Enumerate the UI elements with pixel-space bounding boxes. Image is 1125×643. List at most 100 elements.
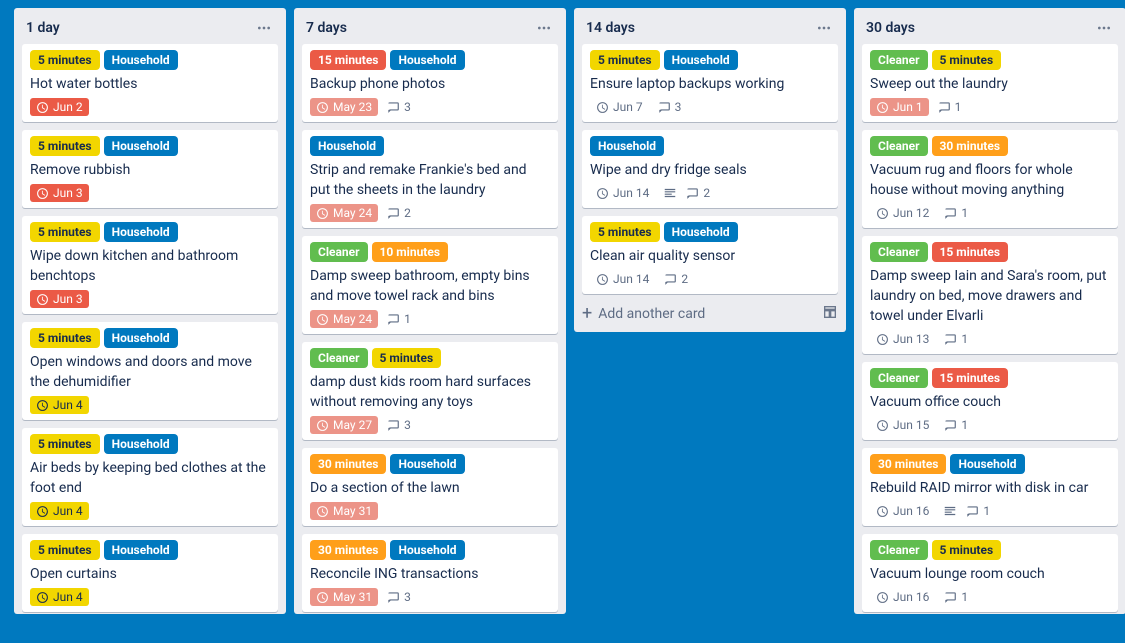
list-title[interactable]: 1 day (26, 20, 252, 36)
card-badges: Jun 16 1 (870, 588, 1110, 606)
card[interactable]: 5 minutesHouseholdOpen windows and doors… (22, 322, 278, 420)
list-title[interactable]: 7 days (306, 20, 532, 36)
due-date-badge[interactable]: Jun 3 (30, 184, 89, 202)
label-household: Household (104, 222, 178, 242)
card-badges: Jun 3 (30, 290, 270, 308)
card-title: Open windows and doors and move the dehu… (30, 352, 270, 392)
comments-badge: 1 (943, 206, 968, 220)
card[interactable]: 5 minutesHouseholdAir beds by keeping be… (22, 428, 278, 526)
due-date-badge[interactable]: Jun 15 (870, 416, 935, 434)
card-labels: 5 minutesHousehold (590, 50, 830, 70)
card-badges: Jun 15 1 (870, 416, 1110, 434)
label-5min: 5 minutes (30, 540, 100, 560)
card[interactable]: HouseholdStrip and remake Frankie's bed … (302, 130, 558, 228)
card-labels: 15 minutesHousehold (310, 50, 550, 70)
card[interactable]: HouseholdWipe and dry fridge sealsJun 14… (582, 130, 838, 208)
card-title: damp dust kids room hard surfaces withou… (310, 372, 550, 412)
card[interactable]: 5 minutesHouseholdRemove rubbishJun 3 (22, 130, 278, 208)
card[interactable]: 30 minutesHouseholdDo a section of the l… (302, 448, 558, 526)
card-title: Rebuild RAID mirror with disk in car (870, 478, 1110, 498)
due-date-badge[interactable]: Jun 4 (30, 396, 89, 414)
card[interactable]: Cleaner15 minutesDamp sweep Iain and Sar… (862, 236, 1118, 354)
card-badges: Jun 11 (870, 98, 1110, 116)
card-badges: May 23 3 (310, 98, 550, 116)
list-title[interactable]: 14 days (586, 20, 812, 36)
card[interactable]: Cleaner5 minutesSweep out the laundryJun… (862, 44, 1118, 122)
list-menu-button[interactable] (812, 16, 836, 40)
card-title: Ensure laptop backups working (590, 74, 830, 94)
due-date-badge[interactable]: May 31 (310, 502, 378, 520)
due-date-badge[interactable]: Jun 16 (870, 588, 935, 606)
card-template-icon[interactable] (822, 304, 838, 324)
card[interactable]: Cleaner30 minutesVacuum rug and floors f… (862, 130, 1118, 228)
comments-badge: 3 (386, 418, 411, 432)
card[interactable]: 5 minutesHousehold Ensure laptop backups … (582, 44, 838, 122)
add-card-button[interactable]: +Add another card (574, 296, 846, 332)
due-date-badge[interactable]: May 31 (310, 588, 378, 606)
label-5min: 5 minutes (932, 540, 1002, 560)
card-title: Hot water bottles (30, 74, 270, 94)
comments-badge: 1 (943, 418, 968, 432)
label-household: Household (664, 50, 738, 70)
card[interactable]: 15 minutesHouseholdBackup phone photosMa… (302, 44, 558, 122)
due-date-badge[interactable]: Jun 13 (870, 330, 935, 348)
due-date-badge[interactable]: Jun 16 (870, 502, 935, 520)
comments-badge: 3 (386, 100, 411, 114)
card-badges: Jun 4 (30, 588, 270, 606)
due-date-badge[interactable]: May 23 (310, 98, 378, 116)
card-labels: Cleaner15 minutes (870, 242, 1110, 262)
list-header: 14 days (574, 8, 846, 44)
list-cards: 15 minutesHouseholdBackup phone photosMa… (294, 44, 566, 614)
due-date-badge[interactable]: Jun 14 (590, 270, 655, 288)
list-menu-button[interactable] (252, 16, 276, 40)
card[interactable]: Cleaner10 minutesDamp sweep bathroom, em… (302, 236, 558, 334)
description-icon (663, 186, 677, 200)
card[interactable]: 5 minutesHouseholdWipe down kitchen and … (22, 216, 278, 314)
due-date-badge[interactable]: Jun 3 (30, 290, 89, 308)
due-date-badge[interactable]: Jun 14 (590, 184, 655, 202)
card-badges: May 27 3 (310, 416, 550, 434)
list-header: 7 days (294, 8, 566, 44)
list: 14 days 5 minutesHousehold Ensure laptop b… (574, 8, 846, 332)
label-household: Household (664, 222, 738, 242)
label-5min: 5 minutes (30, 222, 100, 242)
card-labels: Cleaner30 minutes (870, 136, 1110, 156)
label-household: Household (390, 454, 464, 474)
label-5min: 5 minutes (30, 434, 100, 454)
label-cleaner: Cleaner (870, 368, 928, 388)
card-labels: Cleaner5 minutes (870, 540, 1110, 560)
due-date-badge[interactable]: Jun 2 (30, 98, 89, 116)
card-badges: Jun 142 (590, 270, 830, 288)
card[interactable]: 5 minutesHouseholdClean air quality sens… (582, 216, 838, 294)
due-date-badge[interactable]: Jun 4 (30, 588, 89, 606)
comments-badge: 1 (943, 590, 968, 604)
card-labels: 30 minutesHousehold (870, 454, 1110, 474)
due-date-badge[interactable]: May 24 (310, 204, 378, 222)
due-date-badge[interactable]: Jun 7 (590, 98, 649, 116)
list-title[interactable]: 30 days (866, 20, 1092, 36)
card[interactable]: 5 minutesHouseholdOpen curtainsJun 4 (22, 534, 278, 612)
label-household: Household (104, 328, 178, 348)
due-date-badge[interactable]: Jun 1 (870, 98, 929, 116)
due-date-badge[interactable]: Jun 4 (30, 502, 89, 520)
card-badges: Jun 4 (30, 502, 270, 520)
comments-badge: 3 (386, 590, 411, 604)
card[interactable]: Cleaner15 minutesVacuum office couchJun … (862, 362, 1118, 440)
list-menu-button[interactable] (1092, 16, 1116, 40)
label-cleaner: Cleaner (870, 540, 928, 560)
card-title: Remove rubbish (30, 160, 270, 180)
card[interactable]: Cleaner5 minutesdamp dust kids room hard… (302, 342, 558, 440)
card-title: Damp sweep bathroom, empty bins and move… (310, 266, 550, 306)
card-badges: Jun 73 (590, 98, 830, 116)
due-date-badge[interactable]: May 27 (310, 416, 378, 434)
card[interactable]: Cleaner5 minutesVacuum lounge room couch… (862, 534, 1118, 612)
card[interactable]: 5 minutesHouseholdHot water bottlesJun 2 (22, 44, 278, 122)
due-date-badge[interactable]: Jun 12 (870, 204, 935, 222)
card[interactable]: 30 minutesHousehold Rebuild RAID mirror w… (862, 448, 1118, 526)
list-menu-button[interactable] (532, 16, 556, 40)
card[interactable]: 30 minutesHouseholdReconcile ING transac… (302, 534, 558, 612)
label-household: Household (104, 434, 178, 454)
label-30min: 30 minutes (870, 454, 946, 474)
label-household: Household (590, 136, 664, 156)
due-date-badge[interactable]: May 24 (310, 310, 378, 328)
